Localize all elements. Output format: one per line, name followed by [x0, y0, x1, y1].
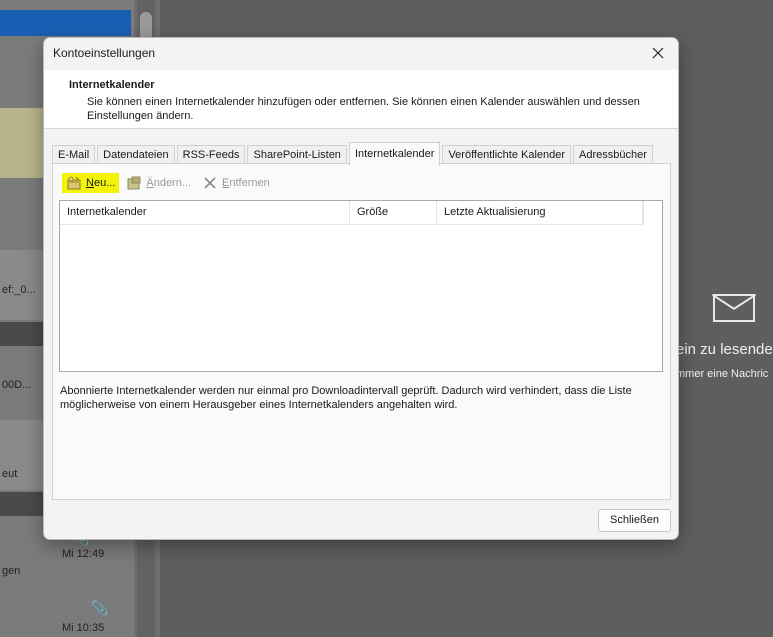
close-icon[interactable] [638, 38, 678, 68]
column-internet-calendar[interactable]: Internetkalender [60, 201, 350, 224]
reading-pane-title: ein zu lesende [676, 341, 773, 358]
account-settings-dialog: Kontoeinstellungen Internetkalender Sie … [43, 37, 679, 540]
message-preview: gen [2, 565, 21, 577]
tab-data-files[interactable]: Datendateien [97, 145, 175, 165]
remove-calendar-button[interactable]: Entfernen [198, 173, 274, 193]
tab-address-books[interactable]: Adressbücher [573, 145, 653, 165]
info-note: Abonnierte Internetkalender werden nur e… [60, 385, 632, 411]
tab-email[interactable]: E-Mail [52, 145, 96, 165]
message-preview: eut [2, 468, 18, 480]
change-calendar-icon [126, 175, 142, 191]
message-preview: ef:_0... [2, 284, 36, 296]
remove-x-icon [202, 175, 218, 191]
list-header-filler [643, 201, 662, 224]
message-preview: 00D... [2, 379, 32, 391]
tab-panel-internet-calendars: Neu... Ändern... Entfernen Internetkalen… [52, 163, 671, 500]
tab-rss-feeds[interactable]: RSS-Feeds [176, 145, 246, 165]
dialog-header: Internetkalender Sie können einen Intern… [44, 70, 678, 129]
selected-folder-bar [0, 10, 131, 36]
change-button-label: Ändern... [146, 177, 192, 189]
change-calendar-button[interactable]: Ändern... [122, 173, 195, 193]
tab-internet-calendars[interactable]: Internetkalender [348, 142, 441, 166]
tab-published-calendars[interactable]: Veröffentlichte Kalender [442, 145, 572, 165]
attachment-icon: 📎 [91, 600, 109, 616]
list-header: Internetkalender Größe Letzte Aktualisie… [60, 201, 643, 225]
dialog-title: Kontoeinstellungen [53, 46, 156, 60]
new-calendar-button[interactable]: Neu... [62, 173, 120, 193]
message-time: Mi 10:35 [62, 622, 105, 634]
tab-sharepoint-lists[interactable]: SharePoint-Listen [247, 145, 347, 165]
new-calendar-icon [66, 175, 82, 191]
dialog-title-bar[interactable]: Kontoeinstellungen [44, 38, 678, 70]
reading-pane-subtitle: mmer eine Nachric [676, 368, 769, 380]
new-button-label: Neu... [86, 177, 116, 189]
calendar-list[interactable]: Internetkalender Größe Letzte Aktualisie… [59, 200, 663, 372]
envelope-icon [713, 294, 755, 322]
close-button[interactable]: Schließen [598, 509, 671, 532]
column-last-update[interactable]: Letzte Aktualisierung [437, 201, 643, 224]
section-title: Internetkalender [69, 79, 155, 91]
column-size[interactable]: Größe [350, 201, 437, 224]
section-description: Sie können einen Internetkalender hinzuf… [87, 96, 640, 122]
message-time: Mi 12:49 [62, 548, 105, 560]
remove-button-label: Entfernen [222, 177, 270, 189]
settings-tabs: E-Mail Datendateien RSS-Feeds SharePoint… [52, 142, 655, 166]
calendar-toolbar: Neu... Ändern... Entfernen [62, 173, 277, 193]
